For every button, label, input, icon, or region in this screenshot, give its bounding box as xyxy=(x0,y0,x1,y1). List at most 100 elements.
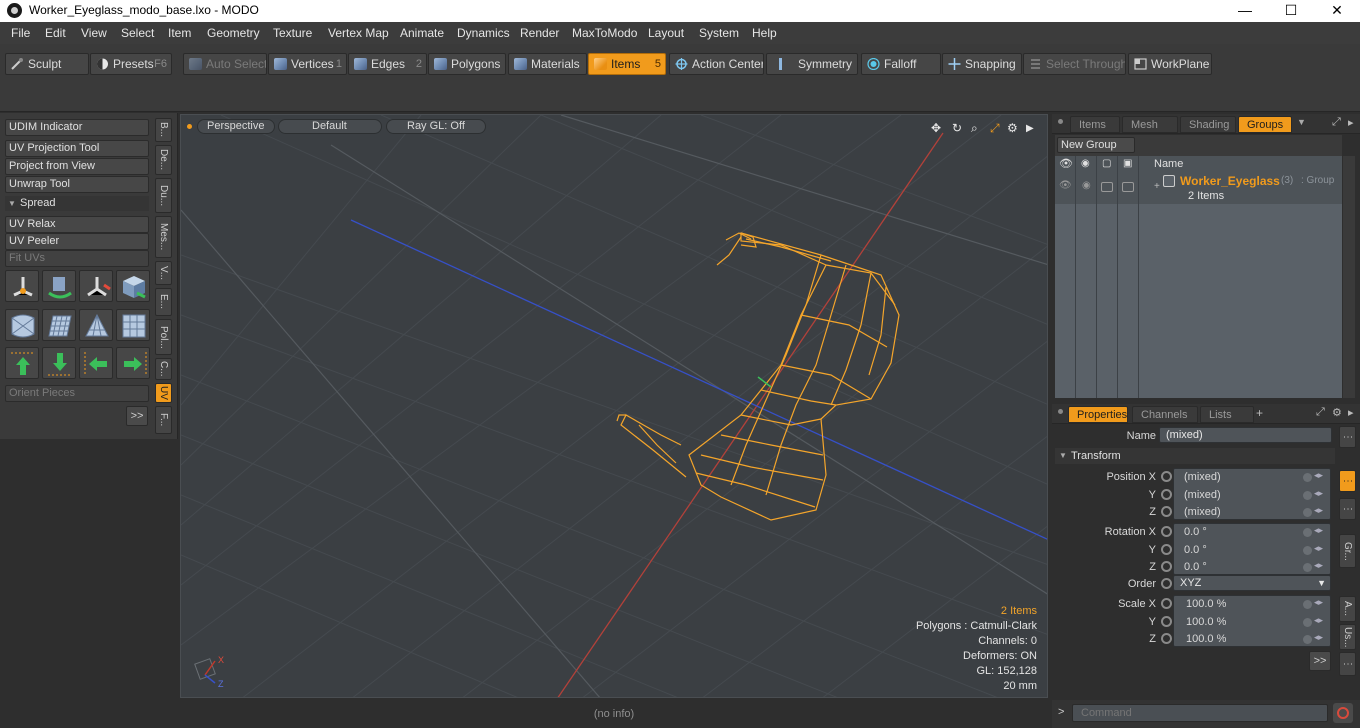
menu-maxtomodo[interactable]: MaxToModo xyxy=(572,26,637,40)
render-cube-icon[interactable]: ▣ xyxy=(1123,156,1132,172)
tab-properties[interactable]: Properties xyxy=(1068,406,1128,423)
tab-more-chevron-icon[interactable]: ▼ xyxy=(1297,117,1306,127)
snapping-button[interactable]: Snapping xyxy=(942,53,1022,75)
rotation-y-stepper-icon[interactable] xyxy=(1303,543,1325,558)
vtab-mesh[interactable]: Mes... xyxy=(155,216,172,258)
expand-plus-icon[interactable]: + xyxy=(1154,181,1160,192)
uv-transform-tool-icon[interactable] xyxy=(5,270,39,302)
auto-select-button[interactable]: Auto Select xyxy=(183,53,267,75)
uv-peeler-button[interactable]: UV Peeler xyxy=(5,233,149,250)
zoom-icon[interactable]: ⌕ xyxy=(971,121,978,136)
position-z-field[interactable]: (mixed) xyxy=(1184,506,1221,518)
side-tab-dots-1[interactable]: ⋮ xyxy=(1339,426,1356,448)
menu-item[interactable]: Item xyxy=(168,26,191,40)
position-z-key-icon[interactable] xyxy=(1161,506,1172,517)
3d-viewport[interactable]: Perspective Default Ray GL: Off ✥ ↻ ⌕ ⤢ … xyxy=(180,114,1048,698)
scale-x-key-icon[interactable] xyxy=(1161,598,1172,609)
align-up-arrow-icon[interactable] xyxy=(5,347,39,379)
scale-y-key-icon[interactable] xyxy=(1161,616,1172,627)
scale-x-stepper-icon[interactable] xyxy=(1303,597,1325,612)
uv-box-tool-icon[interactable] xyxy=(116,270,150,302)
tab-groups[interactable]: Groups xyxy=(1238,116,1292,133)
tab-lists[interactable]: Lists xyxy=(1200,406,1254,423)
menu-vertex-map[interactable]: Vertex Map xyxy=(328,26,389,40)
project-from-view-button[interactable]: Project from View xyxy=(5,158,149,175)
vtab-duplicate[interactable]: Du... xyxy=(155,178,172,213)
menu-animate[interactable]: Animate xyxy=(400,26,444,40)
scale-x-field[interactable]: 100.0 % xyxy=(1186,598,1226,610)
uv-cylinder-icon[interactable] xyxy=(5,309,39,341)
align-right-arrow-icon[interactable] xyxy=(116,347,150,379)
spread-section[interactable]: Spread xyxy=(5,196,149,211)
presets-button[interactable]: Presets F6 xyxy=(90,53,172,75)
tab-channels[interactable]: Channels xyxy=(1132,406,1198,423)
uv-move-tool-icon[interactable] xyxy=(79,270,113,302)
ray-gl-toggle[interactable]: Ray GL: Off xyxy=(386,119,486,134)
props-gear-icon[interactable]: ⚙ xyxy=(1332,406,1342,419)
orient-pieces-button[interactable]: Orient Pieces xyxy=(5,385,149,402)
rotation-z-field[interactable]: 0.0 ° xyxy=(1184,561,1207,573)
vtab-uv[interactable]: UV xyxy=(155,383,172,403)
polygons-button[interactable]: Polygons xyxy=(428,53,506,75)
tab-mesh[interactable]: Mesh ... xyxy=(1122,116,1178,148)
expand-panel-icon[interactable]: ⤢ xyxy=(1332,116,1341,129)
unwrap-tool-button[interactable]: Unwrap Tool xyxy=(5,176,149,193)
side-tab-dots-3[interactable]: ⋮ xyxy=(1339,652,1356,676)
props-expand-button[interactable]: >> xyxy=(1309,651,1331,671)
rotation-order-select[interactable]: XYZ ▼ xyxy=(1173,575,1331,591)
pan-icon[interactable]: ✥ xyxy=(931,121,941,135)
row-select-box[interactable] xyxy=(1101,182,1113,192)
menu-system[interactable]: System xyxy=(699,26,739,40)
position-y-key-icon[interactable] xyxy=(1161,489,1172,500)
vtab-edge[interactable]: E... xyxy=(155,288,172,316)
expand-tools-button[interactable]: >> xyxy=(126,406,148,426)
position-z-stepper-icon[interactable] xyxy=(1303,505,1325,520)
new-group-button[interactable]: New Group xyxy=(1057,137,1135,153)
minimize-button[interactable]: — xyxy=(1222,0,1268,22)
scale-z-field[interactable]: 100.0 % xyxy=(1186,633,1226,645)
tab-shading[interactable]: Shading xyxy=(1180,116,1236,133)
order-key-icon[interactable] xyxy=(1161,578,1172,589)
panel-menu-arrow-icon[interactable]: ▸ xyxy=(1348,116,1354,129)
position-x-stepper-icon[interactable] xyxy=(1303,470,1325,485)
name-field[interactable]: (mixed) xyxy=(1159,427,1332,443)
uv-projection-tool-button[interactable]: UV Projection Tool xyxy=(5,140,149,157)
menu-geometry[interactable]: Geometry xyxy=(207,26,260,40)
view-type-dropdown[interactable]: Perspective xyxy=(197,119,275,134)
row-lock-icon[interactable]: ◉ xyxy=(1082,180,1091,191)
name-column-header[interactable]: Name xyxy=(1154,156,1183,172)
tab-items[interactable]: Items xyxy=(1070,116,1120,133)
action-center-button[interactable]: Action Center xyxy=(669,53,764,75)
menu-select[interactable]: Select xyxy=(121,26,154,40)
transform-section[interactable]: Transform xyxy=(1055,448,1335,464)
items-button[interactable]: Items 5 xyxy=(588,53,666,75)
row-render-box[interactable] xyxy=(1122,182,1134,192)
side-tab-us[interactable]: Us... xyxy=(1339,624,1356,650)
menu-render[interactable]: Render xyxy=(520,26,559,40)
vtab-fusion[interactable]: F... xyxy=(155,406,172,434)
shading-mode-dropdown[interactable]: Default xyxy=(278,119,382,134)
vtab-basic[interactable]: B... xyxy=(155,118,172,142)
align-down-arrow-icon[interactable] xyxy=(42,347,76,379)
rotation-y-field[interactable]: 0.0 ° xyxy=(1184,544,1207,556)
rotate-view-icon[interactable]: ↻ xyxy=(952,121,962,135)
uv-relax-button[interactable]: UV Relax xyxy=(5,216,149,233)
close-button[interactable]: ✕ xyxy=(1314,0,1360,22)
align-left-arrow-icon[interactable] xyxy=(79,347,113,379)
fit-uvs-button[interactable]: Fit UVs xyxy=(5,250,149,267)
menu-view[interactable]: View xyxy=(81,26,107,40)
maximize-button[interactable]: ☐ xyxy=(1268,0,1314,22)
group-row[interactable]: 👁 ◉ + Worker_Eyeglass (3) : Group 2 Item… xyxy=(1055,172,1342,204)
menu-help[interactable]: Help xyxy=(752,26,777,40)
command-input[interactable] xyxy=(1072,704,1328,722)
rotation-z-stepper-icon[interactable] xyxy=(1303,560,1325,575)
position-y-stepper-icon[interactable] xyxy=(1303,488,1325,503)
position-x-field[interactable]: (mixed) xyxy=(1184,471,1221,483)
falloff-button[interactable]: Falloff xyxy=(861,53,941,75)
viewport-expand-arrow-icon[interactable]: ▶ xyxy=(1026,123,1034,134)
scale-y-field[interactable]: 100.0 % xyxy=(1186,616,1226,628)
workplane-button[interactable]: WorkPlane xyxy=(1128,53,1212,75)
side-tab-groups[interactable]: Gr... xyxy=(1339,534,1356,568)
menu-texture[interactable]: Texture xyxy=(273,26,312,40)
command-record-button[interactable] xyxy=(1333,703,1353,723)
